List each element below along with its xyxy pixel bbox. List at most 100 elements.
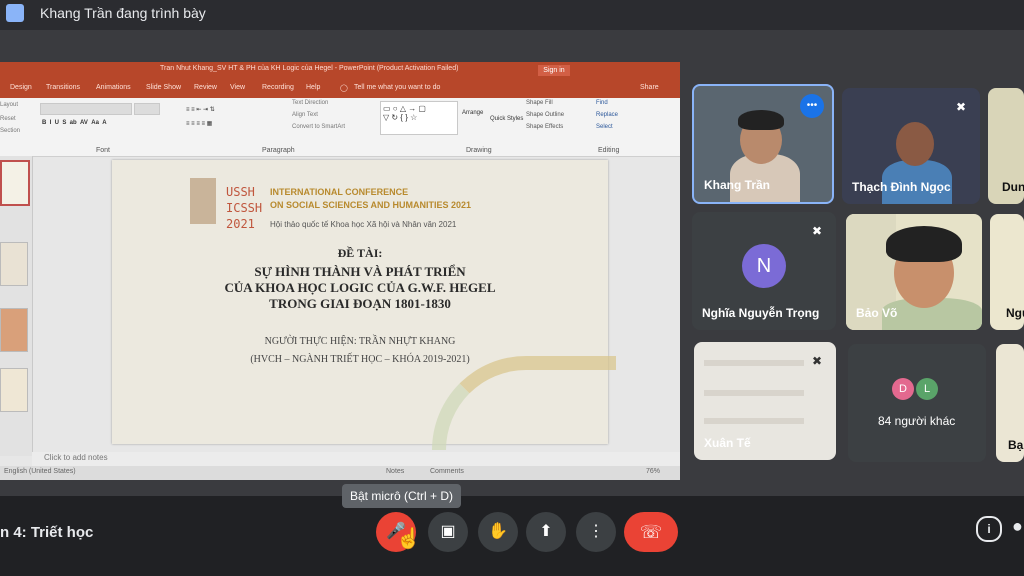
ribbon-align-text[interactable]: Align Text (292, 112, 318, 118)
mic-off-icon: ✖ (811, 354, 823, 368)
ppt-status-bar: English (United States) Notes Comments 7… (0, 466, 680, 480)
slide-thumbnail[interactable] (0, 242, 28, 286)
present-icon (6, 4, 24, 22)
ribbon-text-direction[interactable]: Text Direction (292, 100, 328, 106)
participant-video (886, 226, 962, 262)
ppt-tell-me-search[interactable]: Tell me what you want to do (354, 84, 440, 91)
slide-thumbnail[interactable] (0, 308, 28, 352)
ussh-logo (190, 178, 216, 224)
present-button[interactable]: ⬆ (526, 512, 566, 552)
ppt-tab-animations[interactable]: Animations (96, 84, 131, 91)
ribbon-shape-fill[interactable]: Shape Fill (526, 100, 553, 106)
ribbon-shape-effects[interactable]: Shape Effects (526, 124, 563, 130)
ribbon-layout[interactable]: Layout (0, 102, 18, 108)
ribbon-convert-smartart[interactable]: Convert to SmartArt (292, 124, 345, 130)
presentation-banner: Khang Trần đang trình bày (0, 0, 1024, 30)
slide-author: NGƯỜI THỰC HIỆN: TRẦN NHỰT KHANG (264, 336, 456, 347)
camera-toggle-button[interactable]: ▣ (428, 512, 468, 552)
slide-thumbnail[interactable] (0, 160, 30, 206)
conference-name-vn: Hội thảo quốc tế Khoa học Xã hội và Nhân… (270, 220, 457, 229)
ppt-tab-help[interactable]: Help (306, 84, 320, 91)
font-name-dropdown[interactable] (40, 103, 132, 115)
ribbon-group-paragraph: Paragraph (262, 147, 295, 154)
ribbon-replace[interactable]: Replace (596, 112, 618, 118)
slide-decoration (432, 356, 616, 450)
participant-tile[interactable]: ••• Khang Trần (692, 84, 834, 204)
avatar: D (892, 378, 914, 400)
shapes-gallery-icons: ▭ ○ △ → ▢ ▽ ↻ { } ☆ (383, 104, 426, 122)
more-options-button[interactable]: ⋮ (576, 512, 616, 552)
end-call-button[interactable]: ☏ (624, 512, 678, 552)
shapes-gallery[interactable]: ▭ ○ △ → ▢ ▽ ↻ { } ☆ (380, 101, 458, 135)
status-comments-button[interactable]: Comments (430, 468, 464, 475)
logo-line: ICSSH (226, 201, 263, 215)
current-slide[interactable]: USSH ICSSH 2021 INTERNATIONAL CONFERENCE… (112, 160, 616, 450)
call-controls-bar: n 4: Triết học Bật micrô (Ctrl + D) 🎤 ▣ … (0, 484, 1024, 576)
status-notes-button[interactable]: Notes (386, 468, 404, 475)
font-format-buttons[interactable]: B I U S ab AV Aa A (42, 120, 107, 126)
participant-tile[interactable]: ✖ Thạch Đình Ngọc (842, 88, 980, 204)
participant-video (704, 360, 804, 366)
participant-name: 84 người khác (878, 414, 956, 428)
people-icon[interactable]: ● (1012, 516, 1023, 537)
participant-tile[interactable]: D L 84 người khác (848, 344, 986, 462)
participant-video (704, 390, 804, 396)
ribbon-reset[interactable]: Reset (0, 116, 16, 122)
raise-hand-button[interactable]: ✋ (478, 512, 518, 552)
participant-tile[interactable]: ✖ Xuân Tế (694, 342, 836, 460)
avatar: N (742, 244, 786, 288)
ppt-tab-slide-show[interactable]: Slide Show (146, 84, 181, 91)
font-size-dropdown[interactable] (134, 103, 160, 115)
present-icon: ⬆ (539, 523, 553, 540)
mic-off-icon: ✖ (955, 100, 967, 114)
lightbulb-icon: ◯ (340, 85, 348, 92)
ppt-ribbon-tabs: Design Transitions Animations Slide Show… (0, 80, 680, 98)
ppt-share-button[interactable]: Share (640, 84, 659, 91)
participant-video (738, 110, 784, 130)
conference-name: INTERNATIONAL CONFERENCE ON SOCIAL SCIEN… (270, 186, 471, 212)
participant-tile[interactable]: Dun (988, 88, 1024, 204)
ribbon-select[interactable]: Select (596, 124, 613, 130)
ribbon-group-drawing: Drawing (466, 147, 492, 154)
participant-tile[interactable]: Bảo Võ (846, 214, 982, 330)
participant-name: Bảo Võ (856, 306, 898, 320)
participant-name: Thạch Đình Ngọc (852, 180, 951, 194)
ppt-tab-transitions[interactable]: Transitions (46, 84, 80, 91)
info-icon[interactable]: i (976, 516, 1002, 542)
participant-name: Xuân Tế (704, 436, 751, 450)
ppt-titlebar: Tran Nhut Khang_SV HT & PH của KH Logic … (0, 62, 680, 80)
raise-hand-icon: ✋ (488, 523, 508, 540)
ribbon-arrange[interactable]: Arrange (462, 110, 483, 116)
ppt-tab-view[interactable]: View (230, 84, 245, 91)
slide-thumbnail[interactable] (0, 368, 28, 412)
ppt-tab-recording[interactable]: Recording (262, 84, 294, 91)
ribbon-shape-outline[interactable]: Shape Outline (526, 112, 564, 118)
notes-pane[interactable]: Click to add notes (32, 452, 680, 466)
ribbon-group-editing: Editing (598, 147, 620, 154)
status-language: English (United States) (4, 468, 76, 475)
mic-tooltip: Bật micrô (Ctrl + D) (342, 484, 462, 508)
slide-title-line: TRONG GIAI ĐOẠN 1801-1830 (269, 296, 451, 311)
ppt-ribbon: Layout Reset Section B I U S ab AV Aa A … (0, 98, 680, 157)
ppt-tab-review[interactable]: Review (194, 84, 217, 91)
slide-logo-text: USSH ICSSH 2021 (226, 184, 262, 232)
participant-video (704, 418, 804, 424)
slide-title-line: CỦA KHOA HỌC LOGIC CỦA G.W.F. HEGEL (224, 280, 496, 295)
audio-level-icon: ••• (800, 94, 824, 118)
ribbon-find[interactable]: Find (596, 100, 608, 106)
status-zoom[interactable]: 76% (646, 468, 660, 475)
mic-off-icon: ✖ (811, 224, 823, 238)
participant-tile[interactable]: Bạ (996, 344, 1024, 462)
ppt-sign-in-button[interactable]: Sign in (538, 65, 570, 76)
ppt-tab-design[interactable]: Design (10, 84, 32, 91)
paragraph-align-buttons[interactable]: ≡ ≡ ≡ ≡ ▦ (186, 120, 212, 127)
participant-tile[interactable]: Ngu (990, 214, 1024, 330)
conference-line: INTERNATIONAL CONFERENCE (270, 187, 409, 197)
shared-screen-powerpoint[interactable]: Tran Nhut Khang_SV HT & PH của KH Logic … (0, 62, 680, 480)
participant-tile[interactable]: N ✖ Nghĩa Nguyễn Trọng (692, 212, 836, 330)
ribbon-section[interactable]: Section (0, 128, 20, 134)
participant-name: Khang Trần (704, 178, 771, 192)
slide-thumbnails (0, 156, 33, 456)
paragraph-list-buttons[interactable]: ≡ ≡ ⇤ ⇥ ⇅ (186, 106, 215, 113)
ribbon-quick-styles[interactable]: Quick Styles (490, 116, 523, 122)
